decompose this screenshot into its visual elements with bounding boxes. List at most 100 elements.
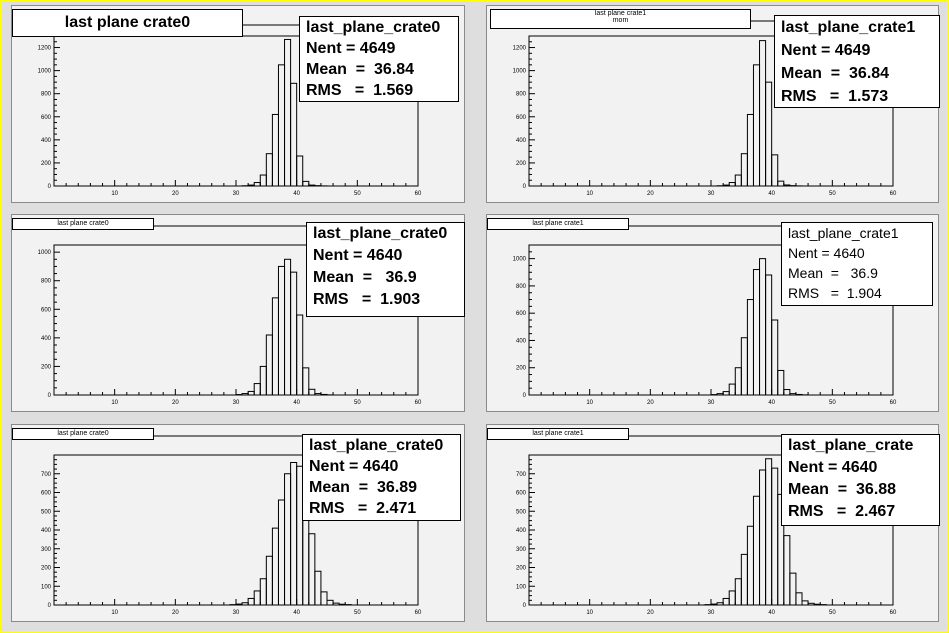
histogram-bin [314, 393, 322, 396]
histogram-title-box: last plane crate1 mom [490, 9, 751, 29]
histogram-bin [765, 81, 773, 187]
y-tick-label: 200 [516, 366, 527, 372]
stats-mean: Mean = 36.9 [788, 265, 878, 281]
histogram-bin [241, 602, 249, 606]
histogram-bin [320, 591, 328, 606]
x-tick-label: 40 [293, 400, 300, 406]
y-tick-label: 400 [41, 336, 52, 342]
x-tick-label: 60 [415, 191, 422, 197]
histogram-bin [765, 274, 773, 396]
histogram-bin [734, 578, 742, 606]
stats-rms: RMS = 1.904 [788, 285, 882, 301]
histogram-title: last plane crate1 [532, 220, 584, 227]
y-tick-label: 600 [41, 491, 52, 497]
histogram-bin [265, 153, 273, 187]
histogram-pad-3: 10 20 30 40 50 60 0 200 400 600 800 1000 last plane … [11, 214, 465, 412]
stats-box: last_plane_crate1 Nent = 4640 Mean = 36.9 R… [781, 222, 933, 306]
y-tick-label: 400 [516, 338, 527, 344]
histogram-bin [271, 527, 279, 606]
x-tick-label: 20 [647, 191, 654, 197]
x-tick-label: 10 [111, 610, 118, 616]
x-tick-label: 60 [415, 610, 422, 616]
histogram-bin [284, 473, 292, 606]
x-tick-label: 10 [111, 400, 118, 406]
histogram-bin [277, 499, 286, 606]
y-tick-label: 600 [516, 311, 527, 317]
y-tick-label: 0 [48, 603, 52, 609]
x-tick-label: 40 [293, 610, 300, 616]
x-tick-label: 60 [890, 191, 897, 197]
y-tick-label: 600 [41, 307, 52, 313]
x-tick-label: 30 [233, 610, 240, 616]
histogram-subtitle: mom [612, 17, 629, 24]
x-tick-label: 40 [768, 191, 775, 197]
stats-mean: Mean = 36.84 [781, 65, 890, 82]
stats-box: last_plane_crate1 Nent = 4649 Mean = 36.84… [774, 15, 940, 108]
histogram-bin [296, 314, 304, 396]
histogram-bin [722, 391, 730, 396]
y-tick-label: 200 [516, 161, 527, 167]
x-tick-label: 30 [708, 191, 715, 197]
histogram-bin [308, 533, 316, 606]
histogram-bin [320, 393, 328, 396]
histogram-bin [284, 258, 292, 396]
x-tick-label: 50 [829, 191, 836, 197]
y-tick-label: 400 [41, 528, 52, 534]
histogram-bin [807, 602, 815, 606]
histogram-bin [759, 40, 767, 187]
y-tick-label: 1000 [513, 69, 527, 75]
stats-entries: Nent = 4640 [313, 247, 403, 264]
histogram-bin [765, 458, 773, 606]
histogram-bin [290, 82, 298, 187]
histogram-bin [302, 367, 310, 396]
histogram-bin [813, 603, 821, 606]
y-tick-label: 700 [516, 472, 527, 478]
histogram-bin [277, 64, 286, 187]
histogram-bin [253, 590, 261, 606]
x-tick-label: 30 [708, 400, 715, 406]
histogram-bin [783, 389, 791, 396]
histogram-pad-2: 10 20 30 40 50 60 0 200 400 600 800 1000 1200 last pl… [486, 5, 940, 203]
x-tick-label: 50 [354, 191, 361, 197]
stats-entries: Nent = 4649 [781, 42, 871, 59]
histogram-bin [777, 369, 785, 396]
histogram-title-box: last plane crate1 [487, 428, 629, 440]
x-tick-label: 60 [890, 400, 897, 406]
histogram-bin [235, 603, 243, 606]
histogram-bin [771, 467, 779, 606]
histogram-bin [259, 365, 267, 396]
histogram-title-box: last plane crate0 [12, 218, 154, 230]
x-tick-label: 10 [111, 191, 118, 197]
histogram-bin [728, 182, 736, 187]
y-tick-label: 700 [41, 472, 52, 478]
stats-rms: RMS = 1.573 [781, 88, 889, 105]
histogram-bin [716, 393, 724, 396]
x-tick-label: 10 [586, 191, 593, 197]
histogram-bin [759, 258, 767, 396]
histogram-bin [752, 269, 761, 396]
histogram-pad-1: 10 20 30 40 50 60 0 200 400 600 800 1000 1200 last pl… [11, 5, 465, 203]
y-tick-label: 1000 [38, 69, 52, 75]
y-tick-label: 1000 [38, 250, 52, 256]
histogram-bin [734, 367, 742, 396]
y-tick-label: 800 [41, 279, 52, 285]
histogram-bin [801, 600, 809, 606]
histogram-title: last plane crate0 [57, 220, 109, 227]
histogram-bin [746, 113, 754, 187]
y-tick-label: 800 [516, 284, 527, 290]
x-tick-label: 20 [172, 400, 179, 406]
histogram-bin [271, 113, 279, 187]
x-tick-label: 20 [647, 400, 654, 406]
histogram-bin [290, 462, 298, 606]
stats-box: last_plane_crate Nent = 4640 Mean = 36.88 R… [781, 434, 940, 526]
histogram-title-box: last plane crate1 [487, 218, 629, 230]
x-tick-label: 20 [172, 610, 179, 616]
x-tick-label: 60 [415, 400, 422, 406]
histogram-bin [271, 297, 279, 396]
stats-rms: RMS = 1.903 [313, 291, 421, 308]
histogram-bin [752, 64, 761, 187]
histogram-bin [290, 271, 298, 396]
histogram-bin [284, 38, 292, 187]
y-tick-label: 200 [41, 161, 52, 167]
stats-box: last_plane_crate0 Nent = 4640 Mean = 36.9 R… [306, 222, 465, 317]
